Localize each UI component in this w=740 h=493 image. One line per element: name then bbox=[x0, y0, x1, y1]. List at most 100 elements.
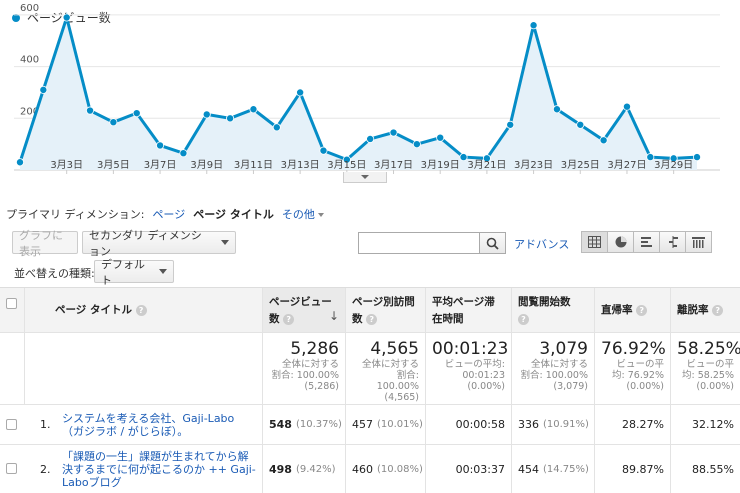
data-point[interactable] bbox=[622, 102, 631, 111]
totals-entrances-sub3: (3,079) bbox=[553, 381, 588, 392]
row-entrances-value: 336 bbox=[518, 418, 539, 431]
row-select-cell bbox=[0, 445, 24, 493]
help-icon: ? bbox=[518, 313, 529, 325]
search-icon bbox=[486, 237, 499, 250]
header-pageviews-label: ページビュー数 bbox=[269, 296, 332, 325]
data-point[interactable] bbox=[599, 136, 608, 145]
data-point[interactable] bbox=[156, 141, 165, 150]
header-exit-rate[interactable]: 離脱率 ? bbox=[670, 288, 740, 332]
totals-entrances-value: 3,079 bbox=[539, 339, 588, 359]
totals-unique-value: 4,565 bbox=[370, 339, 419, 359]
header-bounce-rate[interactable]: 直帰率 ? bbox=[594, 288, 670, 332]
row-entrances: 336 (10.91%) bbox=[511, 405, 594, 444]
data-point[interactable] bbox=[693, 153, 702, 162]
header-unique-pageviews[interactable]: ページ別訪問数 ? bbox=[345, 288, 425, 332]
data-point[interactable] bbox=[15, 158, 24, 167]
chart-collapse-handle[interactable] bbox=[343, 172, 387, 183]
grid-icon bbox=[588, 236, 601, 248]
view-table-button[interactable] bbox=[581, 231, 608, 253]
totals-unique: 4,565 全体に対する 割合: 100.00% (4,565) bbox=[345, 333, 425, 404]
graph-button[interactable]: グラフに表示 bbox=[12, 229, 78, 258]
data-point[interactable] bbox=[272, 123, 281, 132]
advanced-link[interactable]: アドバンス bbox=[514, 236, 569, 252]
header-avg-time[interactable]: 平均ページ滞在時間 bbox=[425, 288, 511, 332]
row-unique: 460 (10.08%) bbox=[345, 445, 425, 493]
data-point[interactable] bbox=[202, 110, 211, 119]
x-tick-label: 3月25日 bbox=[561, 159, 600, 171]
data-point[interactable] bbox=[506, 120, 515, 129]
totals-exit: 58.25% ビューの平 均: 58.25% (0.00%) bbox=[670, 333, 740, 404]
x-tick-label: 3月11日 bbox=[234, 159, 273, 171]
row-title-cell: 1. システムを考える会社、Gaji-Labo（ガジラボ / がじらぼ）。 bbox=[24, 405, 262, 444]
data-point[interactable] bbox=[249, 105, 258, 114]
search-button[interactable] bbox=[480, 232, 506, 254]
x-tick-label: 3月13日 bbox=[281, 159, 320, 171]
data-point[interactable] bbox=[389, 128, 398, 137]
totals-pageviews-value: 5,286 bbox=[290, 339, 339, 359]
row-bounce: 28.27% bbox=[594, 405, 670, 444]
totals-unique-sub2: 割合: 100.00% bbox=[376, 370, 419, 392]
sort-type-value: デフォルト bbox=[101, 257, 145, 287]
dimension-page-link[interactable]: ページ bbox=[152, 206, 185, 222]
data-point[interactable] bbox=[86, 106, 95, 115]
totals-title-cell bbox=[24, 333, 262, 404]
row-checkbox[interactable] bbox=[6, 419, 17, 430]
data-point[interactable] bbox=[296, 88, 305, 97]
x-tick-label: 3月29日 bbox=[654, 159, 693, 171]
totals-avg-time-sub1: ビューの平均: bbox=[444, 359, 505, 370]
row-exit-value: 88.55% bbox=[692, 463, 734, 476]
sort-type-dropdown[interactable]: デフォルト bbox=[94, 258, 174, 287]
row-select-cell bbox=[0, 405, 24, 444]
row-pageviews-value: 548 bbox=[269, 418, 292, 431]
header-page-title[interactable]: ページ タイトル ? bbox=[24, 288, 262, 332]
data-point[interactable] bbox=[436, 133, 445, 142]
data-point[interactable] bbox=[552, 105, 561, 114]
totals-exit-sub1: ビューの平 bbox=[686, 359, 734, 370]
view-pie-button[interactable] bbox=[607, 231, 634, 253]
view-performance-button[interactable] bbox=[633, 231, 660, 253]
data-point[interactable] bbox=[529, 21, 538, 30]
row-bounce-value: 89.87% bbox=[622, 463, 664, 476]
x-tick-label: 3月17日 bbox=[374, 159, 413, 171]
pageviews-chart: 2004006003月3日 3月5日 3月7日 3月9日 3月11日 3月13日 3月15日… bbox=[14, 3, 720, 174]
data-point[interactable] bbox=[62, 13, 71, 22]
secondary-dimension-dropdown[interactable]: セカンダリ ディメンション bbox=[82, 229, 236, 258]
x-tick-label: 3月21日 bbox=[467, 159, 506, 171]
data-point[interactable] bbox=[109, 118, 118, 127]
header-pageviews[interactable]: ページビュー数 ? ↓ bbox=[262, 288, 345, 332]
dimension-other-link[interactable]: その他 bbox=[282, 206, 324, 222]
data-point[interactable] bbox=[459, 153, 468, 162]
row-index: 1. bbox=[40, 418, 51, 431]
row-title-link[interactable]: 「課題の一生」課題が生まれてから解決するまでに何が起こるのか ++ Gaji-L… bbox=[62, 450, 256, 489]
select-all-checkbox[interactable] bbox=[6, 298, 17, 309]
row-title-link[interactable]: システムを考える会社、Gaji-Labo（ガジラボ / がじらぼ）。 bbox=[62, 412, 256, 438]
row-unique-value: 460 bbox=[352, 463, 373, 476]
search-input[interactable] bbox=[358, 232, 480, 254]
pie-icon bbox=[615, 236, 626, 248]
data-point[interactable] bbox=[646, 153, 655, 162]
data-point[interactable] bbox=[39, 85, 48, 94]
data-point[interactable] bbox=[576, 120, 585, 129]
chevron-down-icon bbox=[159, 269, 167, 274]
row-avg-time: 00:03:37 bbox=[425, 445, 511, 493]
view-comparison-button[interactable] bbox=[659, 231, 686, 253]
data-point[interactable] bbox=[132, 109, 141, 118]
totals-pageviews: 5,286 全体に対する 割合: 100.00% (5,286) bbox=[262, 333, 345, 404]
totals-entrances-sub1: 全体に対する bbox=[530, 359, 588, 370]
totals-pageviews-sub3: (5,286) bbox=[304, 381, 339, 392]
table-row: 1. システムを考える会社、Gaji-Labo（ガジラボ / がじらぼ）。 54… bbox=[0, 405, 740, 445]
row-pageviews: 548 (10.37%) bbox=[262, 405, 345, 444]
header-entrances[interactable]: 閲覧開始数? bbox=[511, 288, 594, 332]
row-unique: 457 (10.01%) bbox=[345, 405, 425, 444]
row-checkbox[interactable] bbox=[6, 463, 17, 474]
data-point[interactable] bbox=[366, 134, 375, 143]
data-point[interactable] bbox=[319, 146, 328, 155]
x-tick-label: 3月5日 bbox=[97, 159, 130, 171]
data-point[interactable] bbox=[226, 114, 235, 123]
header-avg-time-label: 平均ページ滞在時間 bbox=[432, 296, 495, 325]
x-tick-label: 3月19日 bbox=[421, 159, 460, 171]
data-point[interactable] bbox=[179, 149, 188, 158]
view-pivot-button[interactable] bbox=[685, 231, 712, 253]
totals-avg-time-sub2: 00:01:23 bbox=[462, 370, 505, 381]
data-point[interactable] bbox=[412, 140, 421, 149]
